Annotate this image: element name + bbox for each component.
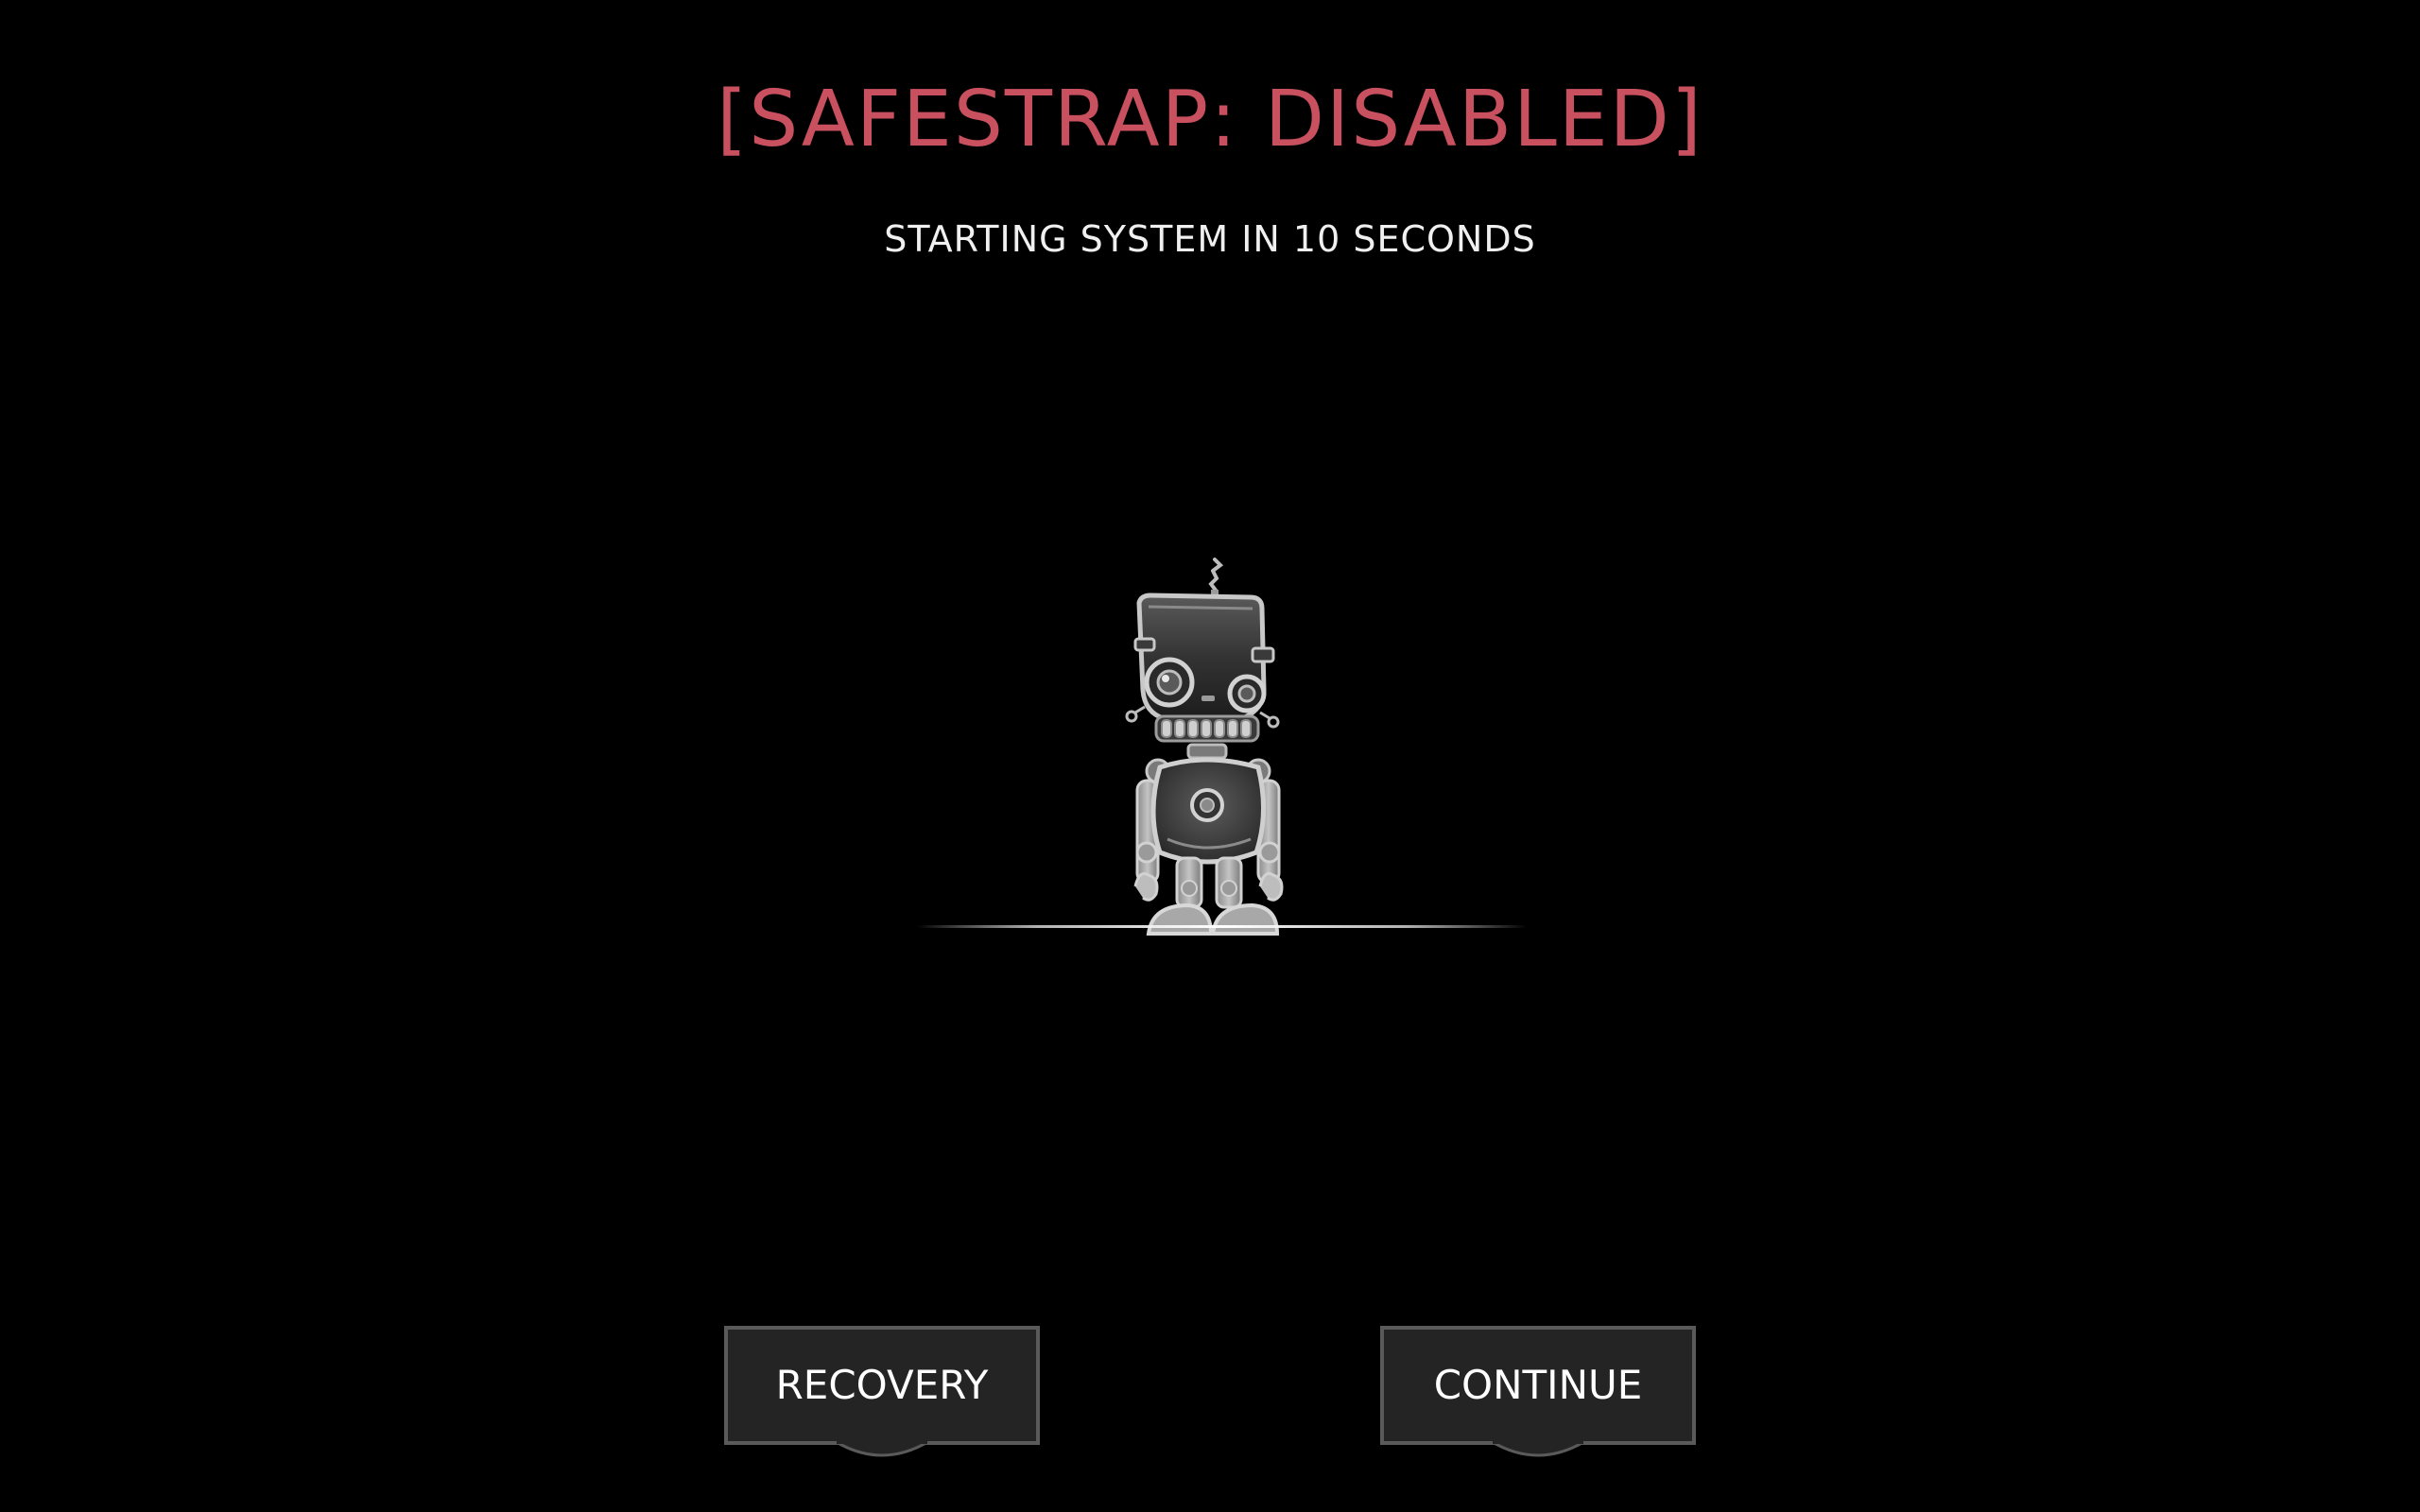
page-title: [SAFESTRAP: DISABLED] [717, 75, 1703, 164]
floor-line [917, 925, 1527, 928]
boot-screen: [SAFESTRAP: DISABLED] STARTING SYSTEM IN… [0, 0, 2420, 1512]
countdown-status: STARTING SYSTEM IN 10 SECONDS [884, 218, 1536, 260]
continue-button-label: CONTINUE [1433, 1362, 1643, 1408]
recovery-button[interactable]: RECOVERY [724, 1326, 1040, 1457]
continue-button[interactable]: CONTINUE [1380, 1326, 1696, 1457]
robot-icon [1125, 558, 1284, 936]
button-tab-decoration [835, 1441, 929, 1457]
recovery-button-label: RECOVERY [775, 1362, 989, 1408]
button-tab-decoration [1491, 1441, 1585, 1457]
